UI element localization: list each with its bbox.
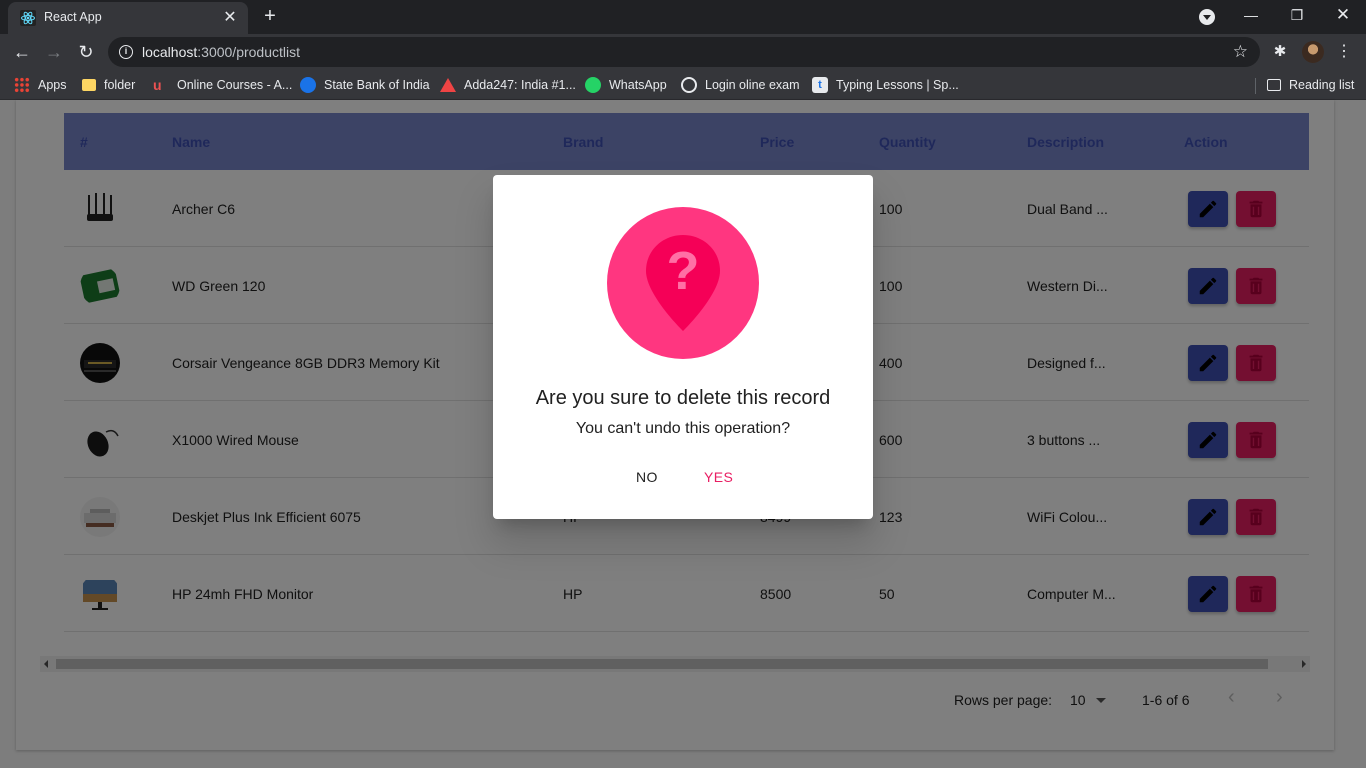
chrome-menu-icon[interactable]: ⋮	[1336, 40, 1352, 64]
bookmark-sbi[interactable]: State Bank of India	[300, 76, 430, 94]
folder-icon	[82, 79, 96, 91]
svg-text:?: ?	[667, 241, 700, 301]
back-arrow-icon[interactable]: ←	[10, 40, 34, 64]
forward-arrow-icon[interactable]: →	[42, 40, 66, 64]
new-tab-icon[interactable]: +	[258, 5, 282, 29]
restore-icon[interactable]: ❐	[1274, 0, 1320, 32]
dialog-title: Are you sure to delete this record	[535, 387, 831, 409]
browser-tab[interactable]: React App ✕	[8, 2, 248, 34]
react-logo-icon	[20, 10, 36, 26]
bookmark-star-icon[interactable]: ☆	[1233, 42, 1248, 62]
bookmark-whatsapp[interactable]: WhatsApp	[585, 76, 667, 94]
extensions-puzzle-icon[interactable]: ✱	[1270, 42, 1290, 62]
apps-grid-icon	[14, 77, 30, 93]
tab-search-icon[interactable]	[1199, 9, 1215, 25]
site-info-icon[interactable]: i	[119, 45, 133, 59]
typing-icon: t	[812, 77, 828, 93]
yes-button[interactable]: YES	[692, 460, 745, 494]
dialog-subtitle: You can't undo this operation?	[575, 420, 791, 437]
bookmark-folder[interactable]: folder	[82, 76, 135, 94]
browser-tab-bar: React App ✕ + — ❐ ✕	[0, 0, 1366, 34]
no-button[interactable]: NO	[624, 460, 670, 494]
adda247-icon	[440, 78, 456, 92]
bookmark-login-exam[interactable]: Login oline exam	[681, 76, 800, 94]
udemy-icon: u	[153, 77, 162, 93]
dialog-icon-circle: ?	[607, 207, 759, 359]
question-pin-icon: ?	[646, 235, 720, 331]
bookmarks-divider	[1255, 78, 1256, 94]
globe-icon	[681, 77, 697, 93]
confirm-delete-dialog: ? Are you sure to delete this record You…	[493, 175, 873, 519]
tab-title: React App	[44, 10, 102, 24]
url-text: localhost:3000/productlist	[142, 44, 300, 60]
whatsapp-icon	[585, 77, 601, 93]
tab-close-icon[interactable]: ✕	[220, 8, 240, 28]
bookmark-typing-lessons[interactable]: t Typing Lessons | Sp...	[812, 76, 959, 94]
minimize-icon[interactable]: —	[1228, 0, 1274, 32]
bookmark-online-courses[interactable]: u Online Courses - A...	[153, 76, 292, 94]
sbi-icon	[300, 77, 316, 93]
bookmark-apps[interactable]: Apps	[14, 76, 67, 94]
reading-list-button[interactable]: Reading list	[1267, 76, 1354, 94]
bookmark-adda247[interactable]: Adda247: India #1...	[440, 76, 576, 94]
reload-icon[interactable]: ↻	[74, 40, 98, 64]
reading-list-icon	[1267, 79, 1281, 91]
browser-toolbar: ← → ↻ i localhost:3000/productlist ☆ ✱ ⋮	[0, 34, 1366, 70]
avatar[interactable]	[1302, 41, 1324, 63]
window-close-icon[interactable]: ✕	[1320, 0, 1366, 32]
address-bar[interactable]: i localhost:3000/productlist ☆	[108, 37, 1260, 67]
bookmarks-bar: Apps folder u Online Courses - A... Stat…	[0, 70, 1366, 100]
